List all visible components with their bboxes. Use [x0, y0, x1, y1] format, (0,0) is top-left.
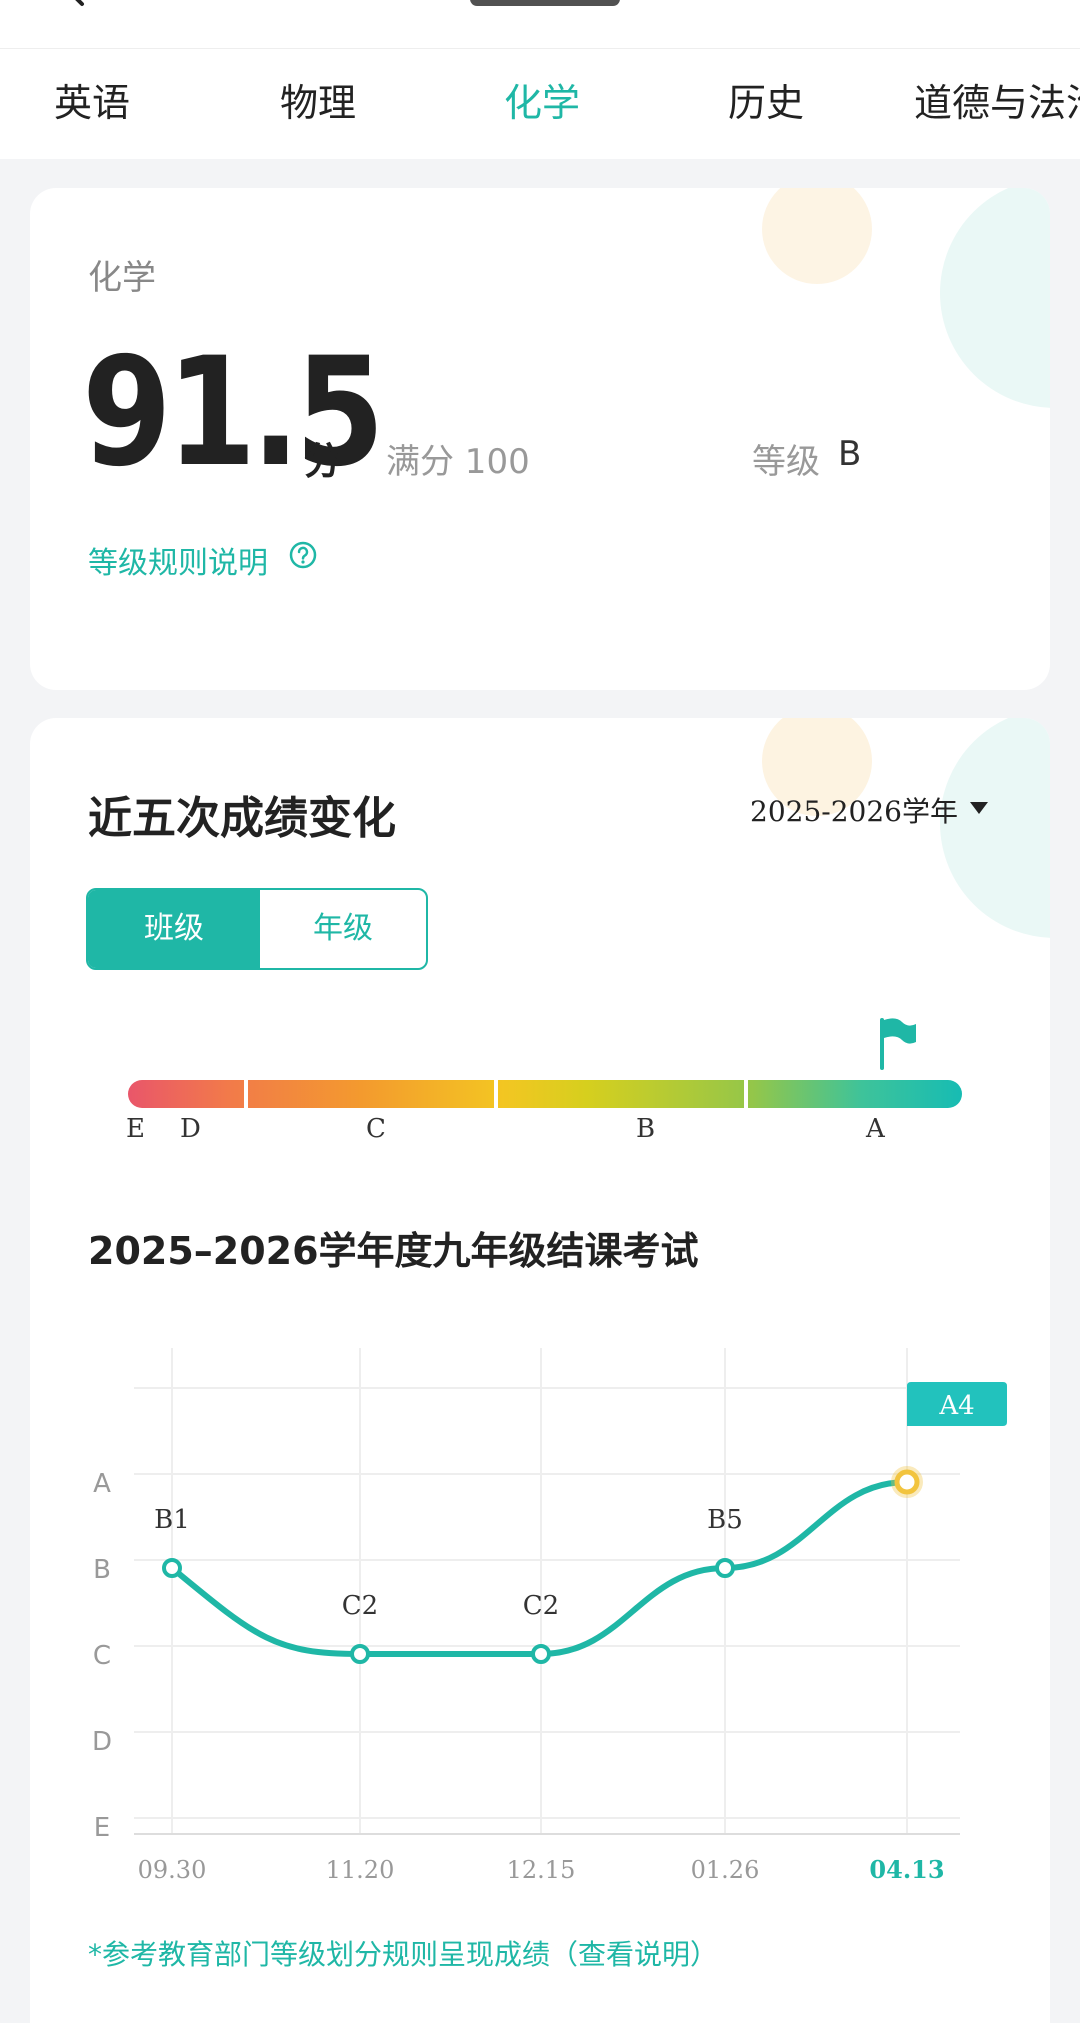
y-tick-label: C: [93, 1641, 111, 1671]
grade-separator: [244, 1080, 248, 1108]
score-unit: 分: [304, 439, 343, 483]
section-title: 近五次成绩变化: [88, 793, 396, 844]
data-label: B1: [154, 1505, 190, 1535]
subject-tabs: 英语 物理 化学 历史 道德与法治: [0, 48, 1080, 206]
data-label: A4: [938, 1391, 974, 1421]
x-tick-label: 11.20: [326, 1856, 395, 1884]
x-tick-label: 12.15: [507, 1856, 576, 1884]
score-card: 化学 91.5 分 满分 100 等级 B 等级规则说明: [30, 188, 1050, 690]
decor-bubble: [762, 188, 872, 284]
year-select[interactable]: 2025-2026学年: [750, 790, 958, 830]
grade-trend-chart: E D C B A B1 C2 C2 B5 A4 09.30 11.20 12.15 01.26 04.13: [92, 1348, 1007, 1884]
y-tick-label: D: [92, 1727, 112, 1757]
data-point: [350, 1644, 370, 1664]
flag-icon: [880, 1018, 916, 1070]
y-tick-label: A: [93, 1469, 111, 1499]
grade-tick-e: E: [126, 1114, 145, 1144]
data-point: [162, 1558, 182, 1578]
data-point: [715, 1558, 735, 1578]
grade-rules-link[interactable]: 等级规则说明: [88, 538, 268, 582]
grade-separator: [494, 1080, 498, 1108]
question-circle-icon[interactable]: [288, 540, 318, 570]
grading-footnote-link[interactable]: *参考教育部门等级划分规则呈现成绩（查看说明）: [88, 1933, 718, 1973]
toggle-class[interactable]: 班级: [88, 890, 260, 968]
data-point: [531, 1644, 551, 1664]
class-grade-toggle: 班级 年级: [86, 888, 428, 970]
series-line: [169, 1479, 910, 1657]
grade-tick-d: D: [180, 1114, 201, 1144]
top-bar: [0, 0, 1080, 48]
tab-physics[interactable]: 物理: [280, 49, 356, 159]
full-score-label: 满分 100: [386, 442, 530, 482]
grade-tick-b: B: [636, 1114, 656, 1144]
data-label: C2: [523, 1591, 559, 1621]
trend-card: 近五次成绩变化 2025-2026学年 班级 年级 E D C B A 2025…: [30, 718, 1050, 2023]
exam-title: 2025–2026学年度九年级结课考试: [88, 1229, 699, 1273]
tab-morality-law[interactable]: 道德与法治: [914, 49, 1080, 159]
grade-separator: [744, 1080, 748, 1108]
subject-label: 化学: [88, 258, 156, 298]
data-label: B5: [707, 1505, 743, 1535]
level-label: 等级: [752, 442, 820, 482]
page-title-cut-off: [470, 0, 620, 6]
x-tick-label: 01.26: [691, 1856, 760, 1884]
data-label: C2: [342, 1591, 378, 1621]
tab-history[interactable]: 历史: [728, 49, 804, 159]
tab-english[interactable]: 英语: [54, 49, 130, 159]
caret-down-icon[interactable]: [968, 800, 990, 816]
x-tick-label: 04.13: [869, 1855, 944, 1884]
level-value: B: [838, 434, 862, 474]
grade-tick-a: A: [866, 1114, 885, 1144]
decor-bubble: [940, 188, 1050, 408]
x-tick-label: 09.30: [138, 1856, 207, 1884]
tab-chemistry[interactable]: 化学: [504, 49, 580, 159]
y-tick-label: E: [94, 1813, 110, 1843]
back-arrow-icon[interactable]: [58, 0, 94, 8]
grade-tick-c: C: [366, 1114, 386, 1144]
data-point: [894, 1469, 920, 1495]
grade-scale-bar: [128, 1080, 962, 1108]
y-tick-label: B: [93, 1555, 111, 1585]
toggle-grade[interactable]: 年级: [260, 890, 426, 968]
